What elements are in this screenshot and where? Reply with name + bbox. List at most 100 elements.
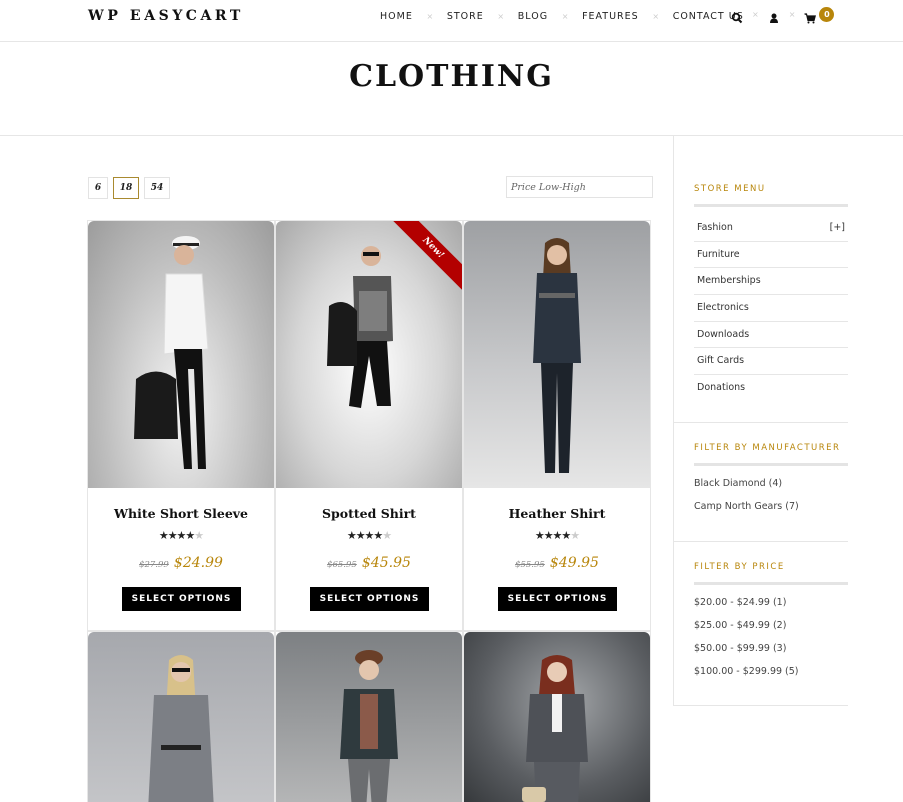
store-menu-widget: STORE MENU Fashion [+] Furniture Membersh… <box>694 184 848 402</box>
store-menu-title: STORE MENU <box>694 184 766 194</box>
price-filter-link[interactable]: $20.00 - $24.99 (1) <box>694 593 848 616</box>
model-figure <box>134 236 209 469</box>
sort-select[interactable]: Price Low-High <box>506 176 653 198</box>
star-icon: ★★★★ <box>534 529 571 542</box>
star-icon: ★★★★ <box>346 529 383 542</box>
search-icon[interactable] <box>731 9 743 23</box>
nav-store[interactable]: STORE <box>447 11 484 22</box>
per-page-6[interactable]: 6 <box>88 177 108 199</box>
widget-title-bar <box>694 582 848 585</box>
site-logo[interactable]: WP EASYCART <box>88 8 244 24</box>
star-empty-icon: ★ <box>570 529 580 542</box>
store-menu-item-fashion[interactable]: Fashion [+] <box>694 215 848 242</box>
menu-label: Donations <box>697 382 746 394</box>
product-name[interactable]: Spotted Shirt <box>276 506 462 521</box>
nav-blog[interactable]: BLOG <box>518 11 548 22</box>
header-icons: × × 0 <box>731 7 835 23</box>
product-card: New! Spotted Shirt ★★★★★ $65.95 $45.95 S… <box>275 220 463 631</box>
sale-price: $24.99 <box>173 555 223 571</box>
product-card: White Short Sleeve ★★★★★ $27.99 $24.99 S… <box>87 220 275 631</box>
model-figure <box>148 655 214 802</box>
nav-separator: × <box>652 12 660 21</box>
model-figure <box>533 238 581 473</box>
menu-label: Downloads <box>697 328 750 340</box>
select-options-button[interactable]: SELECT OPTIONS <box>498 587 617 611</box>
menu-label: Electronics <box>697 302 749 314</box>
widget-title-bar <box>694 463 848 466</box>
page-title: CLOTHING <box>349 59 554 94</box>
select-options-button[interactable]: SELECT OPTIONS <box>122 587 241 611</box>
menu-label: Gift Cards <box>697 355 745 367</box>
cart-icon[interactable] <box>804 9 817 23</box>
store-menu-item-memberships[interactable]: Memberships <box>694 268 848 296</box>
product-image[interactable] <box>88 632 274 802</box>
product-card <box>463 631 651 802</box>
store-menu-item-gift-cards[interactable]: Gift Cards <box>694 348 848 376</box>
cart-count-badge[interactable]: 0 <box>819 7 835 22</box>
top-navigation-bar: WP EASYCART HOME × STORE × BLOG × FEATURES ×… <box>0 0 903 42</box>
product-rating: ★★★★★ <box>464 529 650 542</box>
star-empty-icon: ★ <box>194 529 204 542</box>
widget-divider <box>673 541 848 542</box>
product-price: $65.95 $45.95 <box>276 552 462 571</box>
price-filter-link[interactable]: $100.00 - $299.99 (5) <box>694 662 848 685</box>
product-image[interactable] <box>464 221 650 488</box>
select-options-button[interactable]: SELECT OPTIONS <box>310 587 429 611</box>
product-image[interactable]: New! <box>276 221 462 488</box>
user-icon[interactable] <box>768 9 780 23</box>
manufacturer-filter-link[interactable]: Camp North Gears (7) <box>694 497 848 520</box>
icon-separator: × <box>788 10 796 19</box>
widget-title-bar <box>694 204 848 207</box>
widget-divider <box>673 422 848 423</box>
old-price: $27.99 <box>139 560 169 570</box>
manufacturer-filter-link[interactable]: Black Diamond (4) <box>694 474 848 497</box>
store-menu-list: Fashion [+] Furniture Memberships Electro… <box>694 215 848 402</box>
store-menu-item-furniture[interactable]: Furniture <box>694 242 848 269</box>
page-title-bar: CLOTHING <box>0 42 903 136</box>
menu-label: Fashion <box>697 222 733 233</box>
price-filter-link[interactable]: $50.00 - $99.99 (3) <box>694 639 848 662</box>
old-price: $65.95 <box>327 560 357 570</box>
main-nav: HOME × STORE × BLOG × FEATURES × CONTACT US <box>380 11 744 22</box>
manufacturer-filter-widget: FILTER BY MANUFACTURER Black Diamond (4)… <box>694 443 848 520</box>
sale-price: $45.95 <box>361 555 411 571</box>
nav-separator: × <box>561 12 569 21</box>
product-price: $27.99 $24.99 <box>88 552 274 571</box>
menu-label: Memberships <box>697 275 761 287</box>
price-filter-widget: FILTER BY PRICE $20.00 - $24.99 (1) $25.… <box>694 562 848 685</box>
model-figure <box>522 655 588 802</box>
sidebar-bottom-border <box>673 705 848 706</box>
sidebar-divider <box>673 136 674 706</box>
old-price: $55.95 <box>515 560 545 570</box>
model-figure <box>327 246 393 408</box>
nav-features[interactable]: FEATURES <box>582 11 639 22</box>
menu-label: Furniture <box>697 248 740 260</box>
store-menu-item-electronics[interactable]: Electronics <box>694 295 848 322</box>
nav-separator: × <box>497 12 505 21</box>
store-menu-item-downloads[interactable]: Downloads <box>694 322 848 349</box>
product-card: Heather Shirt ★★★★★ $55.95 $49.95 SELECT… <box>463 220 651 631</box>
star-icon: ★★★★ <box>158 529 195 542</box>
product-image[interactable] <box>88 221 274 488</box>
per-page-54[interactable]: 54 <box>144 177 170 199</box>
star-empty-icon: ★ <box>382 529 392 542</box>
nav-home[interactable]: HOME <box>380 11 413 22</box>
product-image[interactable] <box>464 632 650 802</box>
product-card <box>275 631 463 802</box>
product-image[interactable] <box>276 632 462 802</box>
product-rating: ★★★★★ <box>276 529 462 542</box>
price-filter-link[interactable]: $25.00 - $49.99 (2) <box>694 616 848 639</box>
store-menu-item-donations[interactable]: Donations <box>694 375 848 402</box>
expand-toggle[interactable]: [+] <box>830 222 845 234</box>
product-price: $55.95 $49.95 <box>464 552 650 571</box>
price-range-list: $20.00 - $24.99 (1) $25.00 - $49.99 (2) … <box>694 593 848 685</box>
model-figure <box>340 650 398 802</box>
manufacturer-list: Black Diamond (4) Camp North Gears (7) <box>694 474 848 520</box>
sale-price: $49.95 <box>549 555 599 571</box>
manufacturer-filter-title: FILTER BY MANUFACTURER <box>694 443 841 453</box>
product-name[interactable]: Heather Shirt <box>464 506 650 521</box>
product-rating: ★★★★★ <box>88 529 274 542</box>
product-name[interactable]: White Short Sleeve <box>88 506 274 521</box>
per-page-18[interactable]: 18 <box>113 177 139 199</box>
price-filter-title: FILTER BY PRICE <box>694 562 785 572</box>
